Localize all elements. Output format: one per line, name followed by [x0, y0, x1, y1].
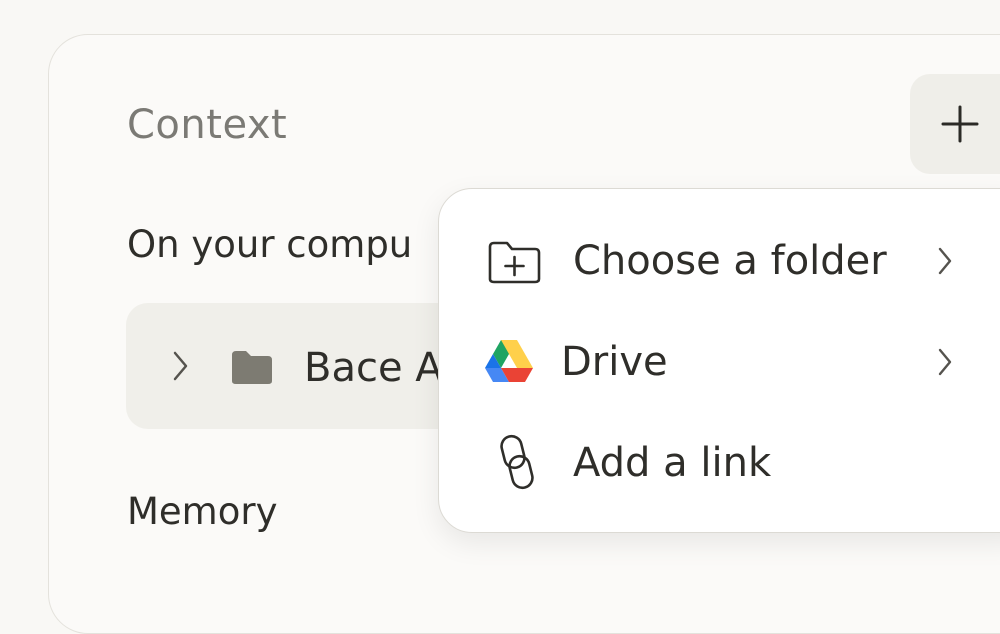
menu-item-label: Choose a folder: [573, 238, 887, 284]
menu-item-label: Add a link: [573, 440, 772, 486]
menu-item-label: Drive: [561, 339, 668, 385]
add-context-button[interactable]: [910, 74, 1000, 174]
folder-name: Bace A: [304, 345, 443, 391]
menu-item-add-link[interactable]: Add a link: [439, 413, 999, 513]
chevron-right-icon[interactable]: [170, 350, 190, 382]
context-title: Context: [127, 102, 288, 148]
chevron-right-icon: [938, 247, 952, 275]
memory-heading: Memory: [127, 490, 278, 533]
google-drive-icon: [485, 340, 533, 382]
menu-item-drive[interactable]: Drive: [439, 312, 999, 412]
plus-icon: [941, 105, 979, 143]
chevron-right-icon: [938, 348, 952, 376]
add-context-menu: Choose a folder Drive Add a link: [438, 188, 1000, 533]
on-your-computer-heading: On your compu: [127, 223, 413, 266]
menu-item-choose-folder[interactable]: Choose a folder: [439, 211, 999, 311]
link-icon: [500, 434, 534, 490]
folder-icon: [232, 351, 272, 384]
folder-plus-icon: [488, 241, 541, 284]
